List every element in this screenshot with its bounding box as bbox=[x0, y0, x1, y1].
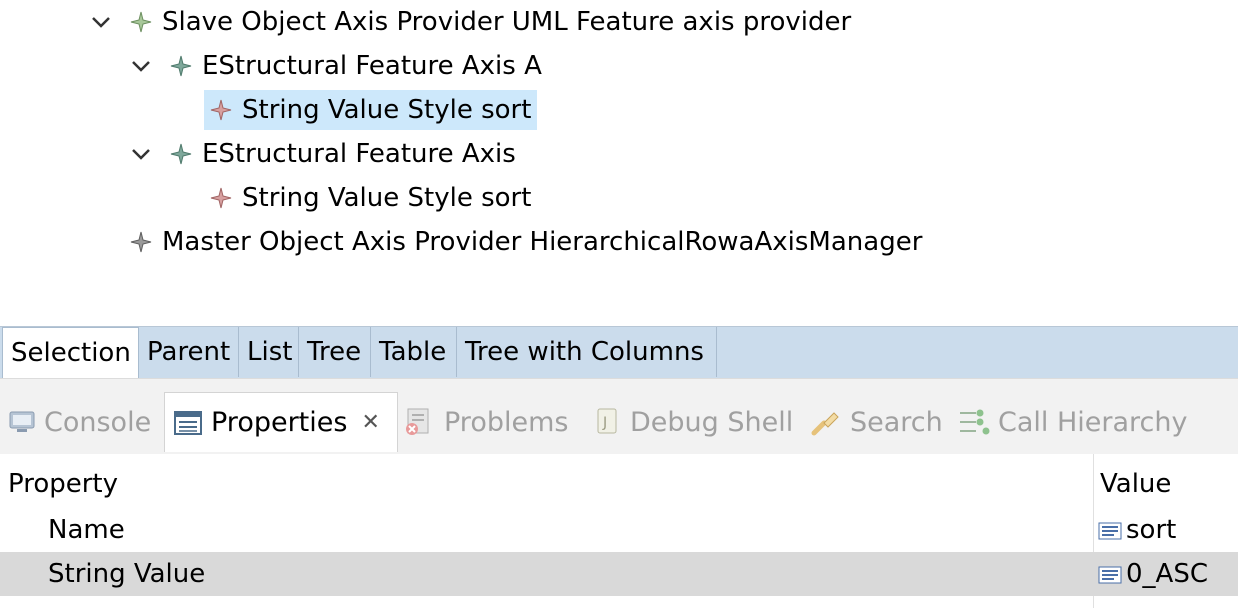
diamond-gray-icon bbox=[130, 231, 152, 253]
model-tree: Slave Object Axis Provider UML Feature a… bbox=[0, 0, 1238, 290]
diamond-green-icon bbox=[130, 11, 152, 33]
svg-text:J: J bbox=[602, 415, 607, 431]
table-row-selected[interactable]: String Value 0_ASC bbox=[0, 552, 1238, 596]
tab-label: Problems bbox=[444, 406, 569, 438]
tab-label: Call Hierarchy bbox=[998, 406, 1188, 438]
tab-label: Debug Shell bbox=[630, 406, 794, 438]
chevron-down-icon[interactable] bbox=[90, 2, 112, 42]
tree-item-structural-feature-axis-a[interactable]: EStructural Feature Axis A bbox=[170, 46, 542, 86]
property-value-text: 0_ASC bbox=[1126, 559, 1208, 589]
column-header-property[interactable]: Property bbox=[8, 462, 118, 506]
diamond-teal-icon bbox=[170, 143, 192, 165]
tree-item-master-axis-provider[interactable]: Master Object Axis Provider Hierarchical… bbox=[130, 222, 922, 262]
tab-label: Console bbox=[44, 406, 152, 438]
tab-search[interactable]: Search bbox=[810, 392, 943, 452]
tab-parent[interactable]: Parent bbox=[139, 327, 239, 377]
properties-table: Property Value Name sort String Value 0_… bbox=[0, 454, 1238, 608]
chevron-down-icon[interactable] bbox=[130, 134, 152, 174]
property-value-text: sort bbox=[1126, 515, 1177, 545]
tree-item-label: String Value Style sort bbox=[242, 95, 532, 125]
property-value-cell[interactable]: 0_ASC bbox=[1098, 552, 1208, 596]
properties-icon bbox=[174, 410, 202, 435]
tab-tree[interactable]: Tree bbox=[299, 327, 371, 377]
text-value-icon bbox=[1098, 522, 1122, 539]
tree-item-label: EStructural Feature Axis A bbox=[202, 51, 542, 81]
search-icon bbox=[811, 412, 839, 436]
table-row[interactable]: Name sort bbox=[0, 508, 1238, 552]
tab-console[interactable]: Console bbox=[8, 392, 151, 452]
tab-label: Properties bbox=[211, 407, 348, 438]
diamond-red-icon bbox=[210, 99, 232, 121]
property-name-cell: Name bbox=[48, 515, 125, 545]
diamond-red-icon bbox=[210, 187, 232, 209]
tab-problems[interactable]: Problems bbox=[404, 392, 568, 452]
close-icon[interactable]: ✕ bbox=[361, 410, 379, 435]
call-hierarchy-icon bbox=[960, 409, 990, 435]
tab-properties[interactable]: Properties ✕ bbox=[164, 392, 398, 452]
tab-call-hierarchy[interactable]: Call Hierarchy bbox=[956, 392, 1188, 452]
tab-list[interactable]: List bbox=[239, 327, 299, 377]
tab-label: Search bbox=[850, 406, 943, 438]
tree-item-label: Master Object Axis Provider Hierarchical… bbox=[162, 227, 923, 257]
tab-selection[interactable]: Selection bbox=[2, 327, 139, 379]
property-name-cell: String Value bbox=[48, 559, 206, 589]
column-header-value[interactable]: Value bbox=[1100, 462, 1171, 506]
problems-icon bbox=[406, 408, 429, 435]
tree-item-string-value-style-sort[interactable]: String Value Style sort bbox=[210, 178, 531, 218]
view-stack-tabs: Console Properties ✕ Problems J Debug Sh… bbox=[0, 392, 1238, 454]
property-value-cell[interactable]: sort bbox=[1098, 508, 1176, 552]
tree-item-label: String Value Style sort bbox=[242, 183, 532, 213]
tab-tree-with-columns[interactable]: Tree with Columns bbox=[457, 327, 717, 377]
console-icon bbox=[9, 411, 35, 432]
diamond-teal-icon bbox=[170, 55, 192, 77]
debug-shell-icon: J bbox=[597, 408, 617, 434]
table-header-row: Property Value bbox=[0, 462, 1238, 506]
part-stack-border bbox=[0, 378, 1238, 393]
text-value-icon bbox=[1098, 566, 1122, 583]
tree-item-string-value-style-sort-selected[interactable]: String Value Style sort bbox=[204, 90, 538, 130]
chevron-down-icon[interactable] bbox=[130, 46, 152, 86]
tree-item-structural-feature-axis[interactable]: EStructural Feature Axis bbox=[170, 134, 516, 174]
selection-mode-tabs: Selection Parent List Tree Table Tree wi… bbox=[0, 326, 1238, 379]
tree-item-slave-axis-provider[interactable]: Slave Object Axis Provider UML Feature a… bbox=[130, 2, 851, 42]
tree-item-label: Slave Object Axis Provider UML Feature a… bbox=[162, 7, 852, 37]
tab-debug-shell[interactable]: J Debug Shell bbox=[594, 392, 793, 452]
tab-table[interactable]: Table bbox=[371, 327, 457, 377]
tree-item-label: EStructural Feature Axis bbox=[202, 139, 516, 169]
